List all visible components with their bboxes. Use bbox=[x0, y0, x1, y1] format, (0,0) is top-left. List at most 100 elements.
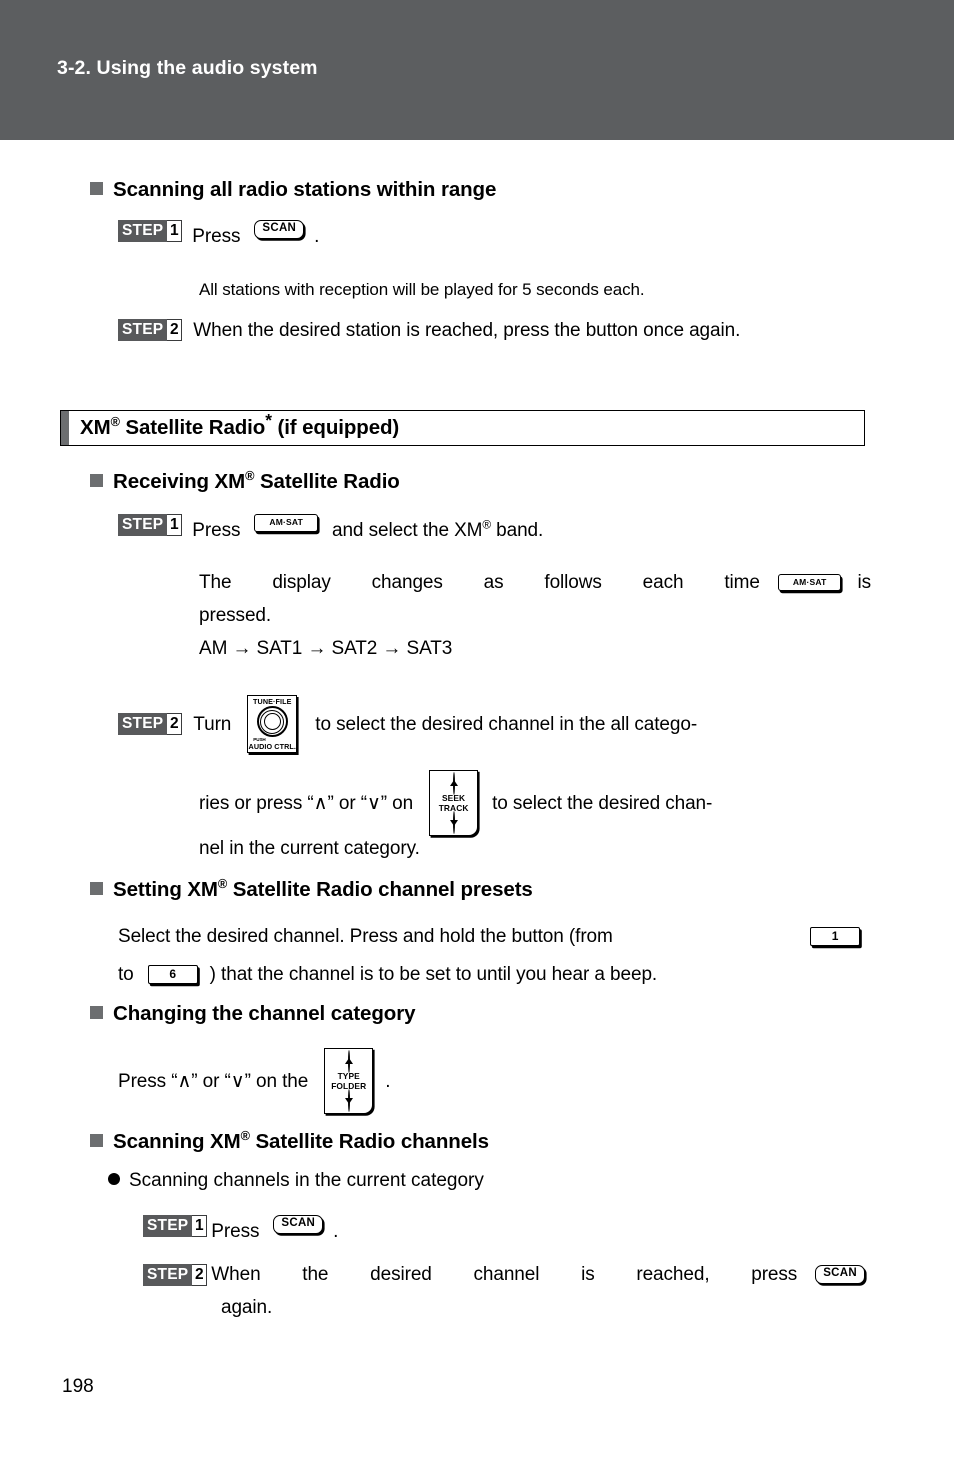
step-badge-word: STEP bbox=[118, 514, 168, 536]
step-row-scan-2: STEP 2 When the desired station is reach… bbox=[118, 314, 878, 347]
registered-mark-icon: ® bbox=[240, 1128, 250, 1144]
step2-text-mid: to select the desired channel in the all… bbox=[315, 713, 698, 735]
heading-part-a: Receiving XM bbox=[113, 470, 246, 493]
registered-mark-icon: ® bbox=[245, 468, 255, 484]
heading-text: Receiving XM® Satellite Radio bbox=[113, 468, 400, 494]
section-title: XM® Satellite Radio* (if equipped) bbox=[69, 411, 400, 440]
tune-file-knob-icon[interactable]: TUNE·FILE PUSH AUDIO CTRL. bbox=[247, 695, 298, 753]
heading-text: Changing the channel category bbox=[113, 1002, 416, 1025]
heading-part-b: Satellite Radio channels bbox=[249, 1130, 489, 1153]
category-text-b: . bbox=[385, 1070, 391, 1092]
heading-part-a: Setting XM bbox=[113, 878, 218, 901]
seek-track-button-icon[interactable]: SEEK TRACK bbox=[429, 770, 479, 836]
knob-top-label: TUNE·FILE bbox=[253, 697, 292, 706]
heading-text: Scanning all radio stations within range bbox=[113, 178, 497, 201]
step-badge-word: STEP bbox=[118, 713, 168, 735]
display-note-text-a: The display changes as follows each time bbox=[199, 572, 760, 593]
heading-scanning-all-stations: Scanning all radio stations within range bbox=[90, 178, 880, 202]
presets-text-a: Select the desired channel. Press and ho… bbox=[118, 926, 613, 947]
section-accent-bar bbox=[61, 411, 69, 445]
presets-text-b: to bbox=[118, 964, 134, 985]
section-title-rest: Satellite Radio bbox=[119, 416, 266, 439]
scan-button-icon[interactable]: SCAN bbox=[254, 220, 305, 239]
presets-text-line2: to 6 ) that the channel is to be set to … bbox=[118, 958, 860, 991]
down-arrow-icon[interactable] bbox=[347, 1089, 350, 1112]
step-instruction-period: . bbox=[314, 226, 320, 247]
knob-ring-middle bbox=[260, 709, 285, 734]
step-row-scan-1: STEP 1 Press SCAN . bbox=[118, 220, 878, 253]
heading-receiving-xm: Receiving XM® Satellite Radio bbox=[90, 468, 880, 494]
registered-mark-icon: ® bbox=[110, 414, 120, 430]
step-row-scanxm-1: STEP 1 Press SCAN . bbox=[143, 1215, 888, 1248]
step2-line3: nel in the current category. bbox=[199, 838, 420, 859]
step-badge-word: STEP bbox=[118, 319, 168, 341]
square-bullet-icon bbox=[90, 182, 103, 195]
knob-bottom-label: AUDIO CTRL. bbox=[248, 741, 296, 751]
step-badge-1: STEP 1 bbox=[118, 514, 183, 536]
step-instruction-period: . bbox=[333, 1221, 339, 1242]
heading-part-b: Satellite Radio channel presets bbox=[227, 878, 533, 901]
square-bullet-icon bbox=[90, 882, 103, 895]
knob-ring-inner bbox=[263, 713, 281, 731]
scan-button-icon[interactable]: SCAN bbox=[273, 1215, 324, 1234]
scan-button-icon[interactable]: SCAN bbox=[815, 1265, 865, 1284]
page-number: 198 bbox=[62, 1376, 94, 1397]
preset-button-6-icon[interactable]: 6 bbox=[147, 965, 198, 984]
preset-button-1-icon[interactable]: 1 bbox=[810, 927, 860, 946]
heading-part-a: Scanning XM bbox=[113, 1130, 241, 1153]
step-badge-word: STEP bbox=[143, 1215, 193, 1237]
step-badge-1: STEP 1 bbox=[118, 220, 183, 242]
step-instruction-after-text: band. bbox=[490, 520, 544, 541]
step-instruction-press: Press bbox=[192, 520, 241, 541]
step-instruction-mid: and select the XM® band. bbox=[332, 514, 543, 547]
step-badge-number: 2 bbox=[167, 713, 183, 735]
step-instruction-turn: Turn bbox=[193, 713, 232, 735]
step-badge-number: 1 bbox=[167, 220, 183, 242]
category-instruction-row: Press “∧” or “∨” on the TYPE FOLDER . bbox=[118, 1048, 818, 1114]
step2-instruction-again: again. bbox=[221, 1297, 273, 1318]
up-arrow-icon[interactable] bbox=[452, 772, 455, 795]
asterisk-mark-icon: * bbox=[265, 410, 272, 431]
step-row-receiving-1: STEP 1 Press AM·SAT and select the XM® b… bbox=[118, 514, 888, 547]
am-sat-button-icon[interactable]: AM·SAT bbox=[777, 573, 842, 592]
knob-ring-outer bbox=[256, 706, 288, 738]
square-bullet-icon bbox=[90, 1006, 103, 1019]
step2-line2-a: ries or press “∧” or “∨” on bbox=[199, 792, 414, 814]
display-change-note-line1: The display changes as follows each time… bbox=[199, 566, 871, 599]
round-bullet-icon bbox=[108, 1173, 120, 1185]
down-arrow-icon[interactable] bbox=[452, 811, 455, 834]
up-arrow-icon[interactable] bbox=[347, 1050, 350, 1073]
heading-setting-presets: Setting XM® Satellite Radio channel pres… bbox=[90, 876, 880, 902]
presets-text-line1: Select the desired channel. Press and ho… bbox=[118, 920, 860, 953]
registered-mark-icon: ® bbox=[217, 876, 228, 892]
step-row-scanxm-2: STEP 2 When the desired channel is reach… bbox=[143, 1258, 865, 1291]
heading-text: Setting XM® Satellite Radio channel pres… bbox=[113, 876, 533, 902]
step-badge-2: STEP 2 bbox=[118, 319, 183, 341]
display-change-note-line2: pressed. bbox=[199, 605, 272, 626]
square-bullet-icon bbox=[90, 474, 103, 487]
type-folder-button-icon[interactable]: TYPE FOLDER bbox=[324, 1048, 374, 1114]
note-all-stations: All stations with reception will be play… bbox=[199, 280, 645, 299]
subheading-text: Scanning channels in the current categor… bbox=[129, 1170, 484, 1191]
rocker-label: TYPE FOLDER bbox=[325, 1071, 372, 1091]
page-header-title: 3-2. Using the audio system bbox=[57, 57, 318, 79]
step2-instruction-text: When the desired station is reached, pre… bbox=[193, 320, 741, 341]
step-instruction-text: Press bbox=[192, 226, 241, 247]
heading-part-b: Satellite Radio bbox=[254, 470, 400, 493]
category-text-a: Press “∧” or “∨” on the bbox=[118, 1070, 309, 1092]
am-sat-button-icon[interactable]: AM·SAT bbox=[254, 514, 318, 532]
display-note-is: is bbox=[857, 572, 871, 593]
presets-text-c: ) that the channel is to be set to until… bbox=[209, 964, 658, 985]
step-row-receiving-2-line2: ries or press “∧” or “∨” on SEEK TRACK t… bbox=[199, 770, 880, 836]
square-bullet-icon bbox=[90, 1134, 103, 1147]
section-title-tail: (if equipped) bbox=[271, 416, 400, 439]
step-badge-word: STEP bbox=[143, 1263, 193, 1286]
step-row-receiving-2: STEP 2 Turn TUNE·FILE PUSH AUDIO CTRL. t… bbox=[118, 695, 880, 753]
heading-text: Scanning XM® Satellite Radio channels bbox=[113, 1128, 489, 1154]
registered-mark-icon: ® bbox=[482, 518, 491, 532]
step2-instruction-text: When the desired channel is reached, pre… bbox=[211, 1264, 798, 1285]
section-header-xm-satellite-radio: XM® Satellite Radio* (if equipped) bbox=[60, 410, 865, 446]
step-badge-1: STEP 1 bbox=[143, 1215, 208, 1237]
step2-line2-b: to select the desired chan- bbox=[492, 792, 713, 814]
rocker-label: SEEK TRACK bbox=[430, 793, 477, 813]
